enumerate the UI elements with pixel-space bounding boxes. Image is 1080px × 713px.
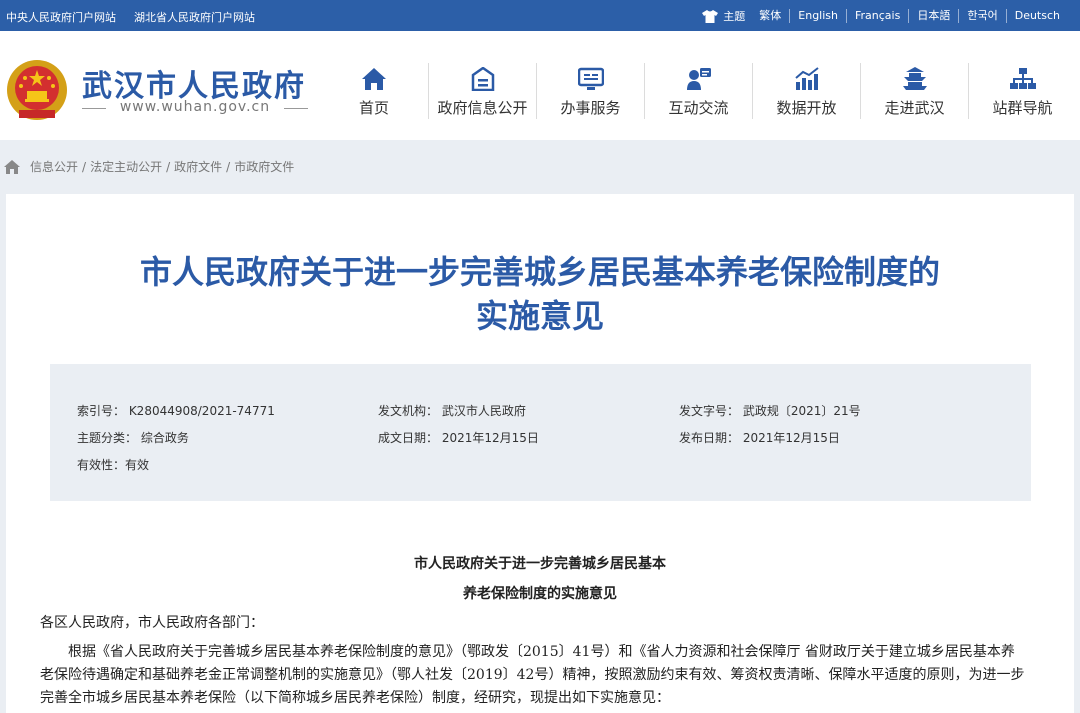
site-domain: www.wuhan.gov.cn (82, 99, 308, 115)
lang-korean[interactable]: 한국어 (958, 9, 1005, 23)
home-icon (362, 68, 386, 90)
breadcrumb-gov-docs[interactable]: 政府文件 (174, 158, 222, 175)
breadcrumb-city-docs[interactable]: 市政府文件 (234, 158, 294, 175)
meta-publish-date: 发布日期： 2021年12月15日 (679, 431, 840, 445)
tower-icon (902, 67, 927, 90)
meta-category: 主题分类： 综合政务 (77, 431, 189, 445)
lang-japanese[interactable]: 日本語 (908, 9, 958, 23)
nav-label: 站群导航 (992, 99, 1053, 117)
breadcrumb-statutory[interactable]: 法定主动公开 (90, 158, 162, 175)
meta-index-no: 索引号： K28044908/2021-74771 (77, 404, 275, 418)
document-subtitle-line2: 养老保险制度的实施意见 (463, 586, 617, 602)
document-title: 市人民政府关于进一步完善城乡居民基本养老保险制度的 实施意见 (46, 250, 1034, 338)
lang-german[interactable]: Deutsch (1005, 9, 1068, 23)
nav-about-wuhan[interactable]: 走进武汉 (860, 63, 968, 119)
nav-home[interactable]: 首页 (320, 63, 428, 119)
meta-validity: 有效性：有效 (77, 458, 150, 472)
lang-french[interactable]: Français (846, 9, 908, 23)
document-subtitle-line1: 市人民政府关于进一步完善城乡居民基本 (414, 556, 666, 572)
document-panel: 市人民政府关于进一步完善城乡居民基本养老保险制度的 实施意见 索引号： K280… (6, 194, 1074, 713)
nav-services[interactable]: 办事服务 (536, 63, 644, 119)
meta-doc-no: 发文字号： 武政规〔2021〕21号 (679, 404, 861, 418)
breadcrumb-info-open[interactable]: 信息公开 (30, 158, 78, 175)
lang-english[interactable]: English (789, 9, 846, 23)
main-nav: 首页 政府信息公开 办事服务 互动交流 数据开放 走进武汉 站群导航 (320, 63, 1076, 123)
site-header: 武汉市人民政府 www.wuhan.gov.cn 首页 政府信息公开 办事服务 … (0, 31, 1080, 140)
document-meta-box: 索引号： K28044908/2021-74771 发文机构： 武汉市人民政府 … (50, 364, 1031, 501)
sitemap-icon (1009, 68, 1036, 89)
theme-switch[interactable]: 主题 (702, 8, 755, 24)
breadcrumb-separator: / (226, 159, 231, 174)
nav-label: 走进武汉 (884, 99, 945, 117)
info-box-icon (471, 67, 494, 91)
shirt-icon (702, 9, 719, 23)
document-salutation: 各区人民政府，市人民政府各部门： (40, 615, 264, 631)
nav-label: 首页 (358, 99, 389, 117)
meta-written-date: 成文日期： 2021年12月15日 (378, 431, 539, 445)
nav-label: 数据开放 (776, 99, 837, 117)
home-icon[interactable] (4, 159, 20, 174)
document-title-line2: 实施意见 (475, 297, 604, 335)
chart-icon (794, 67, 819, 90)
nav-label: 办事服务 (560, 99, 621, 117)
hubei-gov-link[interactable]: 湖北省人民政府门户网站 (134, 9, 255, 25)
central-gov-link[interactable]: 中央人民政府门户网站 (6, 9, 116, 25)
nav-open-data[interactable]: 数据开放 (752, 63, 860, 119)
document-body-line2: 老保险待遇确定和基础养老金正常调整机制的实施意见》（鄂人社发〔2019〕42号）… (40, 667, 1025, 683)
national-emblem-icon[interactable] (5, 58, 69, 122)
theme-label: 主题 (723, 10, 746, 23)
document-body-line3: 完善全市城乡居民基本养老保险（以下简称城乡居民养老保险）制度，经研究，现提出如下… (40, 690, 670, 706)
language-bar: 主题 繁体 English Français 日本語 한국어 Deutsch (702, 8, 1068, 24)
nav-site-group[interactable]: 站群导航 (968, 63, 1076, 119)
breadcrumb: 信息公开 / 法定主动公开 / 政府文件 / 市政府文件 (4, 158, 294, 175)
lang-traditional[interactable]: 繁体 (755, 9, 789, 23)
service-monitor-icon (577, 67, 604, 90)
nav-label: 互动交流 (668, 99, 729, 117)
meta-issuer: 发文机构： 武汉市人民政府 (378, 404, 526, 418)
document-title-line1: 市人民政府关于进一步完善城乡居民基本养老保险制度的 (139, 253, 940, 291)
nav-label: 政府信息公开 (437, 99, 528, 117)
top-bar: 中央人民政府门户网站 湖北省人民政府门户网站 主题 繁体 English Fra… (0, 0, 1080, 31)
document-body-line1: 根据《省人民政府关于完善城乡居民基本养老保险制度的意见》（鄂政发〔2015〕41… (68, 644, 1015, 660)
nav-interaction[interactable]: 互动交流 (644, 63, 752, 119)
breadcrumb-separator: / (166, 159, 171, 174)
interaction-icon (686, 68, 711, 90)
breadcrumb-separator: / (82, 159, 87, 174)
nav-gov-info[interactable]: 政府信息公开 (428, 63, 536, 119)
